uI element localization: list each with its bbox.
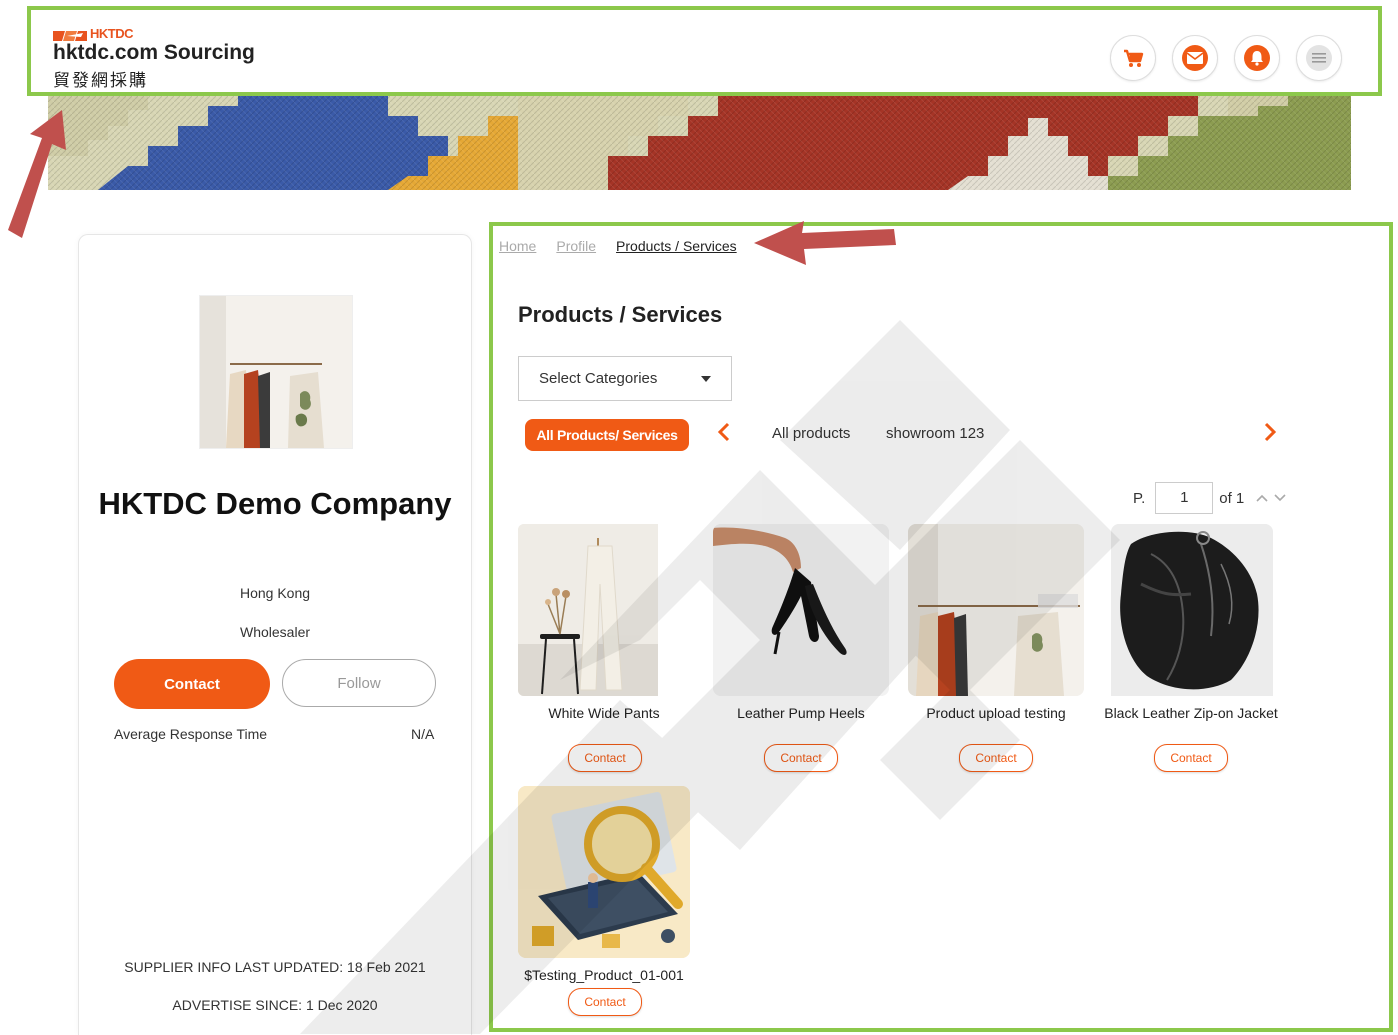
company-location: Hong Kong — [239, 585, 311, 601]
products-panel: Home Profile Products / Services Product… — [489, 222, 1393, 1032]
category-select-label: Select Categories — [539, 370, 658, 387]
product-name[interactable]: $Testing_Product_01-001 — [518, 966, 690, 984]
pager-prefix: P. — [1133, 489, 1146, 507]
company-business-type: Wholesaler — [239, 624, 311, 640]
breadcrumb-current[interactable]: Products / Services — [616, 238, 737, 254]
product-card[interactable]: White Wide Pants Contact — [518, 524, 660, 772]
product-card[interactable]: Leather Pump Heels Contact — [713, 524, 889, 772]
supplier-last-updated: SUPPLIER INFO LAST UPDATED: 18 Feb 2021 — [124, 959, 426, 975]
tab-showroom[interactable]: showroom 123 — [886, 425, 984, 442]
tab-next-button[interactable] — [1263, 422, 1277, 447]
pager-total: of 1 — [1219, 489, 1245, 507]
supplier-card: HKTDC Demo Company Hong Kong Wholesaler … — [78, 234, 472, 1035]
logo-title: hktdc.com Sourcing — [53, 41, 255, 64]
chevron-right-icon — [1264, 422, 1277, 442]
page-title: Products / Services — [518, 302, 723, 327]
page-number-input[interactable]: 1 — [1155, 482, 1214, 514]
menu-button[interactable] — [1296, 35, 1342, 81]
product-name[interactable]: Black Leather Zip-on Jacket — [1103, 704, 1279, 740]
contact-supplier-button[interactable]: Contact — [114, 659, 270, 709]
bell-icon — [1251, 51, 1263, 66]
product-image[interactable] — [908, 524, 1084, 696]
product-image[interactable] — [713, 524, 889, 696]
site-header: HKTDC hktdc.com Sourcing 貿發網採購 — [27, 6, 1382, 96]
pagination: P. 1 of 1 — [1133, 482, 1286, 514]
annotation-arrow-breadcrumb — [754, 221, 896, 265]
logo-chinese-title: 貿發網採購 — [53, 71, 148, 91]
product-name[interactable]: White Wide Pants — [518, 704, 690, 740]
category-select[interactable]: Select Categories — [518, 356, 732, 401]
chevron-down-icon[interactable] — [1274, 494, 1286, 502]
hktdc-logo[interactable]: HKTDC hktdc.com Sourcing 貿發網採購 — [53, 26, 255, 91]
follow-button[interactable]: Follow — [282, 659, 436, 707]
product-name[interactable]: Leather Pump Heels — [713, 704, 889, 740]
breadcrumb-profile[interactable]: Profile — [556, 238, 596, 254]
response-time-value: N/A — [411, 726, 435, 742]
advertise-since: ADVERTISE SINCE: 1 Dec 2020 — [172, 997, 378, 1013]
cart-icon — [1124, 49, 1144, 67]
product-contact-button[interactable]: Contact — [568, 744, 642, 772]
annotation-arrow-header — [8, 110, 66, 238]
chevron-up-icon[interactable] — [1256, 494, 1268, 502]
product-contact-button[interactable]: Contact — [1154, 744, 1228, 772]
cart-button[interactable] — [1110, 35, 1156, 81]
mail-button[interactable] — [1172, 35, 1218, 81]
product-contact-button[interactable]: Contact — [764, 744, 838, 772]
notification-button[interactable] — [1234, 35, 1280, 81]
product-card[interactable]: Product upload testing Contact — [908, 524, 1084, 772]
product-image[interactable] — [1111, 524, 1273, 696]
breadcrumb-home[interactable]: Home — [499, 238, 536, 254]
hktdc-flag-icon — [53, 28, 87, 41]
tab-all-products[interactable]: All products — [772, 425, 850, 442]
product-contact-button[interactable]: Contact — [568, 988, 642, 1016]
product-contact-button[interactable]: Contact — [959, 744, 1033, 772]
product-card[interactable]: Black Leather Zip-on Jacket Contact — [1103, 524, 1279, 772]
company-name: HKTDC Demo Company — [98, 486, 452, 521]
company-logo-image — [199, 295, 353, 449]
chevron-left-icon — [717, 422, 730, 442]
tab-prev-button[interactable] — [717, 422, 731, 447]
product-card[interactable]: $Testing_Product_01-001 Contact — [518, 786, 690, 1016]
breadcrumb: Home Profile Products / Services — [499, 238, 737, 254]
product-image[interactable] — [518, 524, 658, 696]
tab-all-products-services[interactable]: All Products/ Services — [525, 419, 689, 451]
mail-icon — [1187, 52, 1203, 64]
product-name[interactable]: Product upload testing — [908, 704, 1084, 740]
response-time-label: Average Response Time — [114, 726, 268, 742]
fabric-banner — [48, 96, 1351, 190]
caret-down-icon — [701, 375, 711, 382]
menu-icon — [1312, 53, 1326, 63]
logo-brand: HKTDC — [90, 25, 134, 41]
product-image[interactable] — [518, 786, 690, 958]
